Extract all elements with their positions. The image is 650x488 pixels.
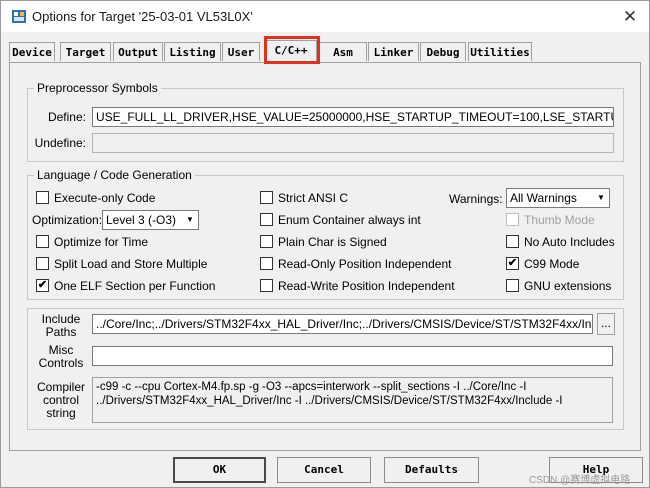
optimization-label: Optimization:: [32, 213, 103, 227]
split-load-label: Split Load and Store Multiple: [54, 257, 208, 271]
tab-device[interactable]: Device: [9, 42, 55, 61]
checkbox-box: [260, 257, 273, 270]
cancel-button[interactable]: Cancel: [277, 457, 371, 483]
misc-controls-field[interactable]: [92, 346, 613, 366]
tab-utilities[interactable]: Utilities: [468, 42, 532, 61]
tab-user[interactable]: User: [222, 42, 260, 61]
compiler-control-line-2: ../Drivers/STM32F4xx_HAL_Driver/Inc -I .…: [96, 395, 563, 407]
include-paths-field[interactable]: ../Core/Inc;../Drivers/STM32F4xx_HAL_Dri…: [92, 314, 593, 334]
close-icon[interactable]: ✕: [619, 6, 641, 28]
checkbox-box: [260, 191, 273, 204]
undefine-label: Undefine:: [34, 136, 86, 150]
browse-include-button[interactable]: ...: [597, 313, 615, 335]
optimization-select[interactable]: Level 3 (-O3) ▼: [102, 210, 199, 230]
tab-debug[interactable]: Debug: [420, 42, 466, 61]
tab-c-cpp[interactable]: C/C++: [265, 40, 317, 63]
optimization-value: Level 3 (-O3): [106, 213, 177, 227]
keil-app-icon: [12, 10, 26, 23]
tab-linker[interactable]: Linker: [368, 42, 419, 61]
plain-char-label: Plain Char is Signed: [278, 235, 387, 249]
chevron-down-icon: ▼: [186, 215, 194, 224]
language-group-label: Language / Code Generation: [34, 168, 195, 182]
execute-only-label: Execute-only Code: [54, 191, 156, 205]
check-icon: ✔: [506, 257, 519, 270]
checkbox-box: [506, 213, 519, 226]
tab-asm[interactable]: Asm: [319, 42, 367, 61]
chevron-down-icon: ▼: [597, 193, 605, 202]
tab-panel-c-cpp: Preprocessor Symbols Define: USE_FULL_LL…: [9, 62, 641, 451]
misc-controls-label: Misc Controls: [38, 343, 84, 370]
checkbox-box: [506, 279, 519, 292]
one-elf-label: One ELF Section per Function: [54, 279, 216, 293]
ro-position-label: Read-Only Position Independent: [278, 257, 452, 271]
tab-listing[interactable]: Listing: [164, 42, 221, 61]
compiler-control-string: -c99 -c --cpu Cortex-M4.fp.sp -g -O3 --a…: [92, 377, 613, 423]
checkbox-box: [260, 235, 273, 248]
options-dialog: Options for Target '25-03-01 VL53L0X' ✕ …: [0, 0, 650, 488]
preprocessor-group-label: Preprocessor Symbols: [34, 81, 161, 95]
compiler-control-line-1: -c99 -c --cpu Cortex-M4.fp.sp -g -O3 --a…: [96, 381, 527, 393]
gnu-extensions-label: GNU extensions: [524, 279, 612, 293]
optimize-time-label: Optimize for Time: [54, 235, 149, 249]
title-bar: Options for Target '25-03-01 VL53L0X' ✕: [1, 1, 649, 32]
no-auto-includes-label: No Auto Includes: [524, 235, 615, 249]
rw-position-label: Read-Write Position Independent: [278, 279, 455, 293]
checkbox-box: [260, 279, 273, 292]
checkbox-box: [260, 213, 273, 226]
warnings-select[interactable]: All Warnings ▼: [506, 188, 610, 208]
include-paths-label: Include Paths: [41, 312, 81, 339]
c99-mode-label: C99 Mode: [524, 257, 580, 271]
checkbox-box: [36, 235, 49, 248]
warnings-value: All Warnings: [510, 191, 577, 205]
compiler-control-label: Compiler control string: [36, 380, 85, 420]
checkbox-box: [506, 235, 519, 248]
thumb-mode-label: Thumb Mode: [524, 213, 595, 227]
warnings-label: Warnings:: [449, 192, 503, 206]
define-label: Define:: [47, 110, 86, 124]
defaults-button[interactable]: Defaults: [384, 457, 479, 483]
strict-ansi-label: Strict ANSI C: [278, 191, 349, 205]
checkbox-box: [36, 257, 49, 270]
define-field[interactable]: USE_FULL_LL_DRIVER,HSE_VALUE=25000000,HS…: [92, 107, 614, 127]
tab-target[interactable]: Target: [60, 42, 111, 61]
check-icon: ✔: [36, 279, 49, 292]
tab-output[interactable]: Output: [113, 42, 163, 61]
help-button[interactable]: Help: [549, 457, 643, 483]
window-title: Options for Target '25-03-01 VL53L0X': [32, 9, 253, 24]
enum-container-label: Enum Container always int: [278, 213, 421, 227]
ok-button[interactable]: OK: [173, 457, 266, 483]
undefine-field[interactable]: [92, 133, 614, 153]
checkbox-box: [36, 191, 49, 204]
